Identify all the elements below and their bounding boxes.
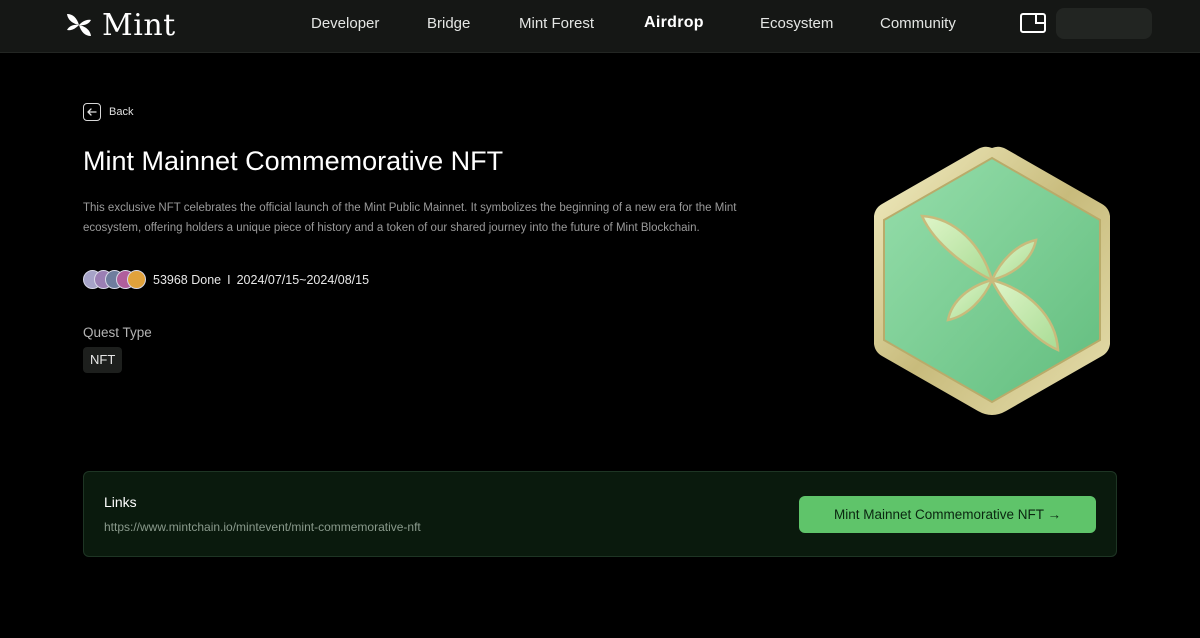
nft-badge-image	[874, 146, 1110, 415]
links-card: Links https://www.mintchain.io/mintevent…	[83, 471, 1117, 557]
quest-type-label: Quest Type	[83, 325, 152, 340]
nav-developer[interactable]: Developer	[311, 15, 379, 32]
links-url[interactable]: https://www.mintchain.io/mintevent/mint-…	[104, 520, 421, 534]
nav-bridge[interactable]: Bridge	[427, 15, 470, 32]
mint-nft-button[interactable]: Mint Mainnet Commemorative NFT →	[799, 496, 1096, 533]
nav-community[interactable]: Community	[880, 15, 956, 32]
arrow-left-icon	[87, 108, 97, 116]
links-title: Links	[104, 494, 137, 510]
nav-airdrop[interactable]: Airdrop	[644, 14, 704, 32]
date-range: 2024/07/15~2024/08/15	[236, 273, 370, 287]
top-navbar: Mint Developer Bridge Mint Forest Airdro…	[0, 0, 1200, 53]
done-count: 53968 Done	[153, 273, 222, 287]
quest-type-tag: NFT	[83, 347, 123, 373]
stats-separator: I	[227, 273, 231, 287]
back-label: Back	[109, 106, 134, 118]
wallet-icon	[1020, 13, 1046, 33]
page-title: Mint Mainnet Commemorative NFT	[83, 146, 504, 176]
mint-leaf-icon	[67, 14, 91, 36]
nav-mint-forest[interactable]: Mint Forest	[519, 15, 594, 32]
back-button[interactable]: Back	[83, 103, 133, 121]
avatar	[127, 270, 146, 289]
connect-wallet-button[interactable]	[1056, 8, 1152, 39]
participants-row: 53968 Done I 2024/07/15~2024/08/15	[83, 269, 369, 291]
quest-stats: 53968 Done I 2024/07/15~2024/08/15	[153, 273, 369, 287]
nav-ecosystem[interactable]: Ecosystem	[760, 15, 833, 32]
logo[interactable]: Mint	[64, 7, 176, 43]
back-icon-box	[83, 103, 101, 121]
logo-text: Mint	[102, 7, 176, 43]
quest-description: This exclusive NFT celebrates the offici…	[83, 202, 737, 234]
avatar-stack	[83, 269, 147, 291]
wallet-button[interactable]	[1020, 13, 1046, 33]
